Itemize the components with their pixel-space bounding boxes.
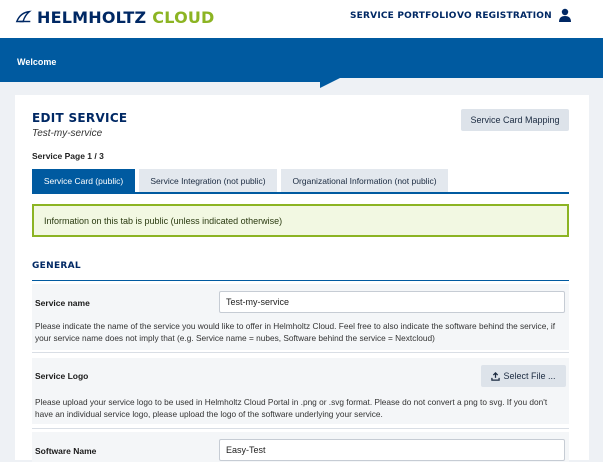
- tab-organizational-information[interactable]: Organizational Information (not public): [281, 169, 448, 192]
- tab-underline: [32, 192, 569, 194]
- row-divider: [32, 352, 569, 353]
- info-alert: Information on this tab is public (unles…: [32, 204, 569, 237]
- page-title: EDIT SERVICE: [32, 111, 128, 125]
- tab-service-card[interactable]: Service Card (public): [32, 169, 135, 192]
- user-icon[interactable]: [558, 8, 572, 22]
- welcome-banner: [0, 38, 603, 88]
- page-indicator: Service Page 1 / 3: [32, 151, 104, 161]
- tab-service-integration[interactable]: Service Integration (not public): [139, 169, 277, 192]
- select-file-button[interactable]: Select File ...: [481, 365, 566, 387]
- helmholtz-cloud-logo[interactable]: HELMHOLTZ CLOUD: [15, 6, 215, 28]
- service-card-mapping-button[interactable]: Service Card Mapping: [461, 109, 569, 131]
- logo-text-helmholtz: HELMHOLTZ: [37, 7, 147, 27]
- service-logo-label: Service Logo: [35, 371, 89, 381]
- software-name-label: Software Name: [35, 446, 97, 456]
- service-name-input[interactable]: Test-my-service: [219, 291, 565, 313]
- nav-service-portfolio[interactable]: SERVICE PORTFOLIO: [350, 11, 457, 21]
- welcome-label: Welcome: [17, 57, 57, 67]
- select-file-label: Select File ...: [503, 371, 556, 381]
- service-logo-help: Please upload your service logo to be us…: [35, 397, 548, 419]
- service-name-label: Service name: [35, 298, 90, 308]
- section-title-general: GENERAL: [32, 261, 81, 271]
- logo-text-cloud: CLOUD: [152, 7, 215, 27]
- upload-icon: [491, 371, 501, 381]
- service-name-help: Please indicate the name of the service …: [35, 321, 556, 343]
- section-divider: [32, 280, 569, 281]
- service-subtitle: Test-my-service: [32, 128, 103, 139]
- row-divider: [32, 428, 569, 429]
- nav-vo-registration[interactable]: VO REGISTRATION: [457, 11, 552, 21]
- software-name-input[interactable]: Easy-Test: [219, 439, 565, 461]
- cloud-logo-icon: [15, 10, 32, 23]
